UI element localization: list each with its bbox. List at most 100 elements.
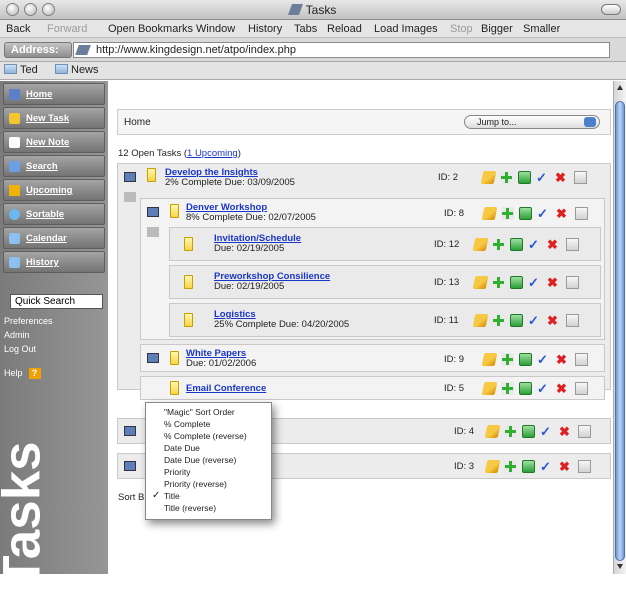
scroll-down-icon[interactable] <box>617 564 623 569</box>
delete-x-icon[interactable]: ✖ <box>547 314 560 327</box>
help-link[interactable]: Help? <box>4 368 41 379</box>
load-images-button[interactable]: Load Images <box>374 23 438 35</box>
jump-to-select[interactable]: Jump to... <box>464 115 600 129</box>
delete-x-icon[interactable]: ✖ <box>547 238 560 251</box>
edit-icon[interactable] <box>472 314 489 327</box>
sort-option-date-due-reverse[interactable]: Date Due (reverse) <box>164 455 236 465</box>
sort-option-priority[interactable]: Priority <box>164 467 190 477</box>
complete-check-icon[interactable]: ✓ <box>528 314 541 327</box>
delete-x-icon[interactable]: ✖ <box>556 382 569 395</box>
delete-x-icon[interactable]: ✖ <box>547 276 560 289</box>
open-bookmarks-button[interactable]: Open Bookmarks Window <box>108 23 235 35</box>
sort-option-title-reverse[interactable]: Title (reverse) <box>164 503 216 513</box>
sort-option-title[interactable]: Title <box>164 491 180 501</box>
move-icon[interactable] <box>574 171 587 184</box>
add-subtask-icon[interactable] <box>504 460 517 473</box>
upcoming-link[interactable]: 1 Upcoming <box>187 148 238 159</box>
move-icon[interactable] <box>566 238 579 251</box>
task-title[interactable]: Email Conference <box>186 383 266 394</box>
scroll-thumb[interactable] <box>615 101 625 561</box>
stop-button[interactable]: Stop <box>450 23 473 35</box>
admin-link[interactable]: Admin <box>4 330 30 340</box>
sort-option-date-due[interactable]: Date Due <box>164 443 200 453</box>
add-note-icon[interactable] <box>519 382 532 395</box>
scroll-up-icon[interactable] <box>617 85 623 90</box>
add-subtask-icon[interactable] <box>501 382 514 395</box>
sidebar-item-new-task[interactable]: New Task <box>3 107 105 129</box>
edit-icon[interactable] <box>480 171 497 184</box>
complete-check-icon[interactable]: ✓ <box>540 460 553 473</box>
preferences-link[interactable]: Preferences <box>4 316 53 326</box>
complete-check-icon[interactable]: ✓ <box>528 276 541 289</box>
notes-icon[interactable] <box>147 227 159 237</box>
sidebar-item-home[interactable]: Home <box>3 83 105 105</box>
sort-option-percent-reverse[interactable]: % Complete (reverse) <box>164 431 247 441</box>
add-note-icon[interactable] <box>522 425 535 438</box>
move-icon[interactable] <box>578 425 591 438</box>
edit-icon[interactable] <box>472 276 489 289</box>
sidebar-item-sortable[interactable]: Sortable <box>3 203 105 225</box>
bigger-button[interactable]: Bigger <box>481 23 513 35</box>
edit-icon[interactable] <box>472 238 489 251</box>
sort-option-magic[interactable]: "Magic" Sort Order <box>164 407 235 417</box>
collapse-icon[interactable] <box>124 172 136 182</box>
add-subtask-icon[interactable] <box>492 238 505 251</box>
move-icon[interactable] <box>578 460 591 473</box>
sort-option-priority-reverse[interactable]: Priority (reverse) <box>164 479 227 489</box>
edit-icon[interactable] <box>481 353 498 366</box>
move-icon[interactable] <box>566 314 579 327</box>
delete-x-icon[interactable]: ✖ <box>559 425 572 438</box>
add-subtask-icon[interactable] <box>504 425 517 438</box>
delete-x-icon[interactable]: ✖ <box>555 171 568 184</box>
expand-icon[interactable] <box>124 461 136 471</box>
sidebar-item-calendar[interactable]: Calendar <box>3 227 105 249</box>
address-input[interactable]: http://www.kingdesign.net/atpo/index.php <box>73 42 610 58</box>
sidebar-item-upcoming[interactable]: Upcoming <box>3 179 105 201</box>
edit-icon[interactable] <box>481 207 498 220</box>
delete-x-icon[interactable]: ✖ <box>556 207 569 220</box>
add-subtask-icon[interactable] <box>492 276 505 289</box>
bookmark-news[interactable]: News <box>55 64 99 76</box>
complete-check-icon[interactable]: ✓ <box>537 382 550 395</box>
add-note-icon[interactable] <box>519 353 532 366</box>
add-note-icon[interactable] <box>518 171 531 184</box>
sort-option-percent[interactable]: % Complete <box>164 419 210 429</box>
expand-icon[interactable] <box>124 426 136 436</box>
add-note-icon[interactable] <box>510 314 523 327</box>
add-subtask-icon[interactable] <box>500 171 513 184</box>
notes-icon[interactable] <box>124 192 136 202</box>
quick-search-input[interactable]: Quick Search <box>10 294 103 309</box>
add-subtask-icon[interactable] <box>501 353 514 366</box>
move-icon[interactable] <box>566 276 579 289</box>
logout-link[interactable]: Log Out <box>4 344 36 354</box>
edit-icon[interactable] <box>481 382 498 395</box>
vertical-scrollbar[interactable] <box>613 81 626 574</box>
expand-icon[interactable] <box>147 353 159 363</box>
sidebar-item-new-note[interactable]: New Note <box>3 131 105 153</box>
edit-icon[interactable] <box>484 460 501 473</box>
complete-check-icon[interactable]: ✓ <box>540 425 553 438</box>
complete-check-icon[interactable]: ✓ <box>537 353 550 366</box>
delete-x-icon[interactable]: ✖ <box>556 353 569 366</box>
complete-check-icon[interactable]: ✓ <box>537 207 550 220</box>
add-subtask-icon[interactable] <box>492 314 505 327</box>
collapse-icon[interactable] <box>147 207 159 217</box>
add-note-icon[interactable] <box>510 238 523 251</box>
history-button[interactable]: History <box>248 23 282 35</box>
edit-icon[interactable] <box>484 425 501 438</box>
add-note-icon[interactable] <box>519 207 532 220</box>
toolbar-toggle-button[interactable] <box>601 4 621 15</box>
move-icon[interactable] <box>575 353 588 366</box>
complete-check-icon[interactable]: ✓ <box>528 238 541 251</box>
complete-check-icon[interactable]: ✓ <box>536 171 549 184</box>
tabs-button[interactable]: Tabs <box>294 23 317 35</box>
sidebar-item-search[interactable]: Search <box>3 155 105 177</box>
move-icon[interactable] <box>575 207 588 220</box>
smaller-button[interactable]: Smaller <box>523 23 560 35</box>
sidebar-item-history[interactable]: History <box>3 251 105 273</box>
forward-button[interactable]: Forward <box>47 23 87 35</box>
move-icon[interactable] <box>575 382 588 395</box>
add-subtask-icon[interactable] <box>501 207 514 220</box>
back-button[interactable]: Back <box>6 23 30 35</box>
add-note-icon[interactable] <box>522 460 535 473</box>
